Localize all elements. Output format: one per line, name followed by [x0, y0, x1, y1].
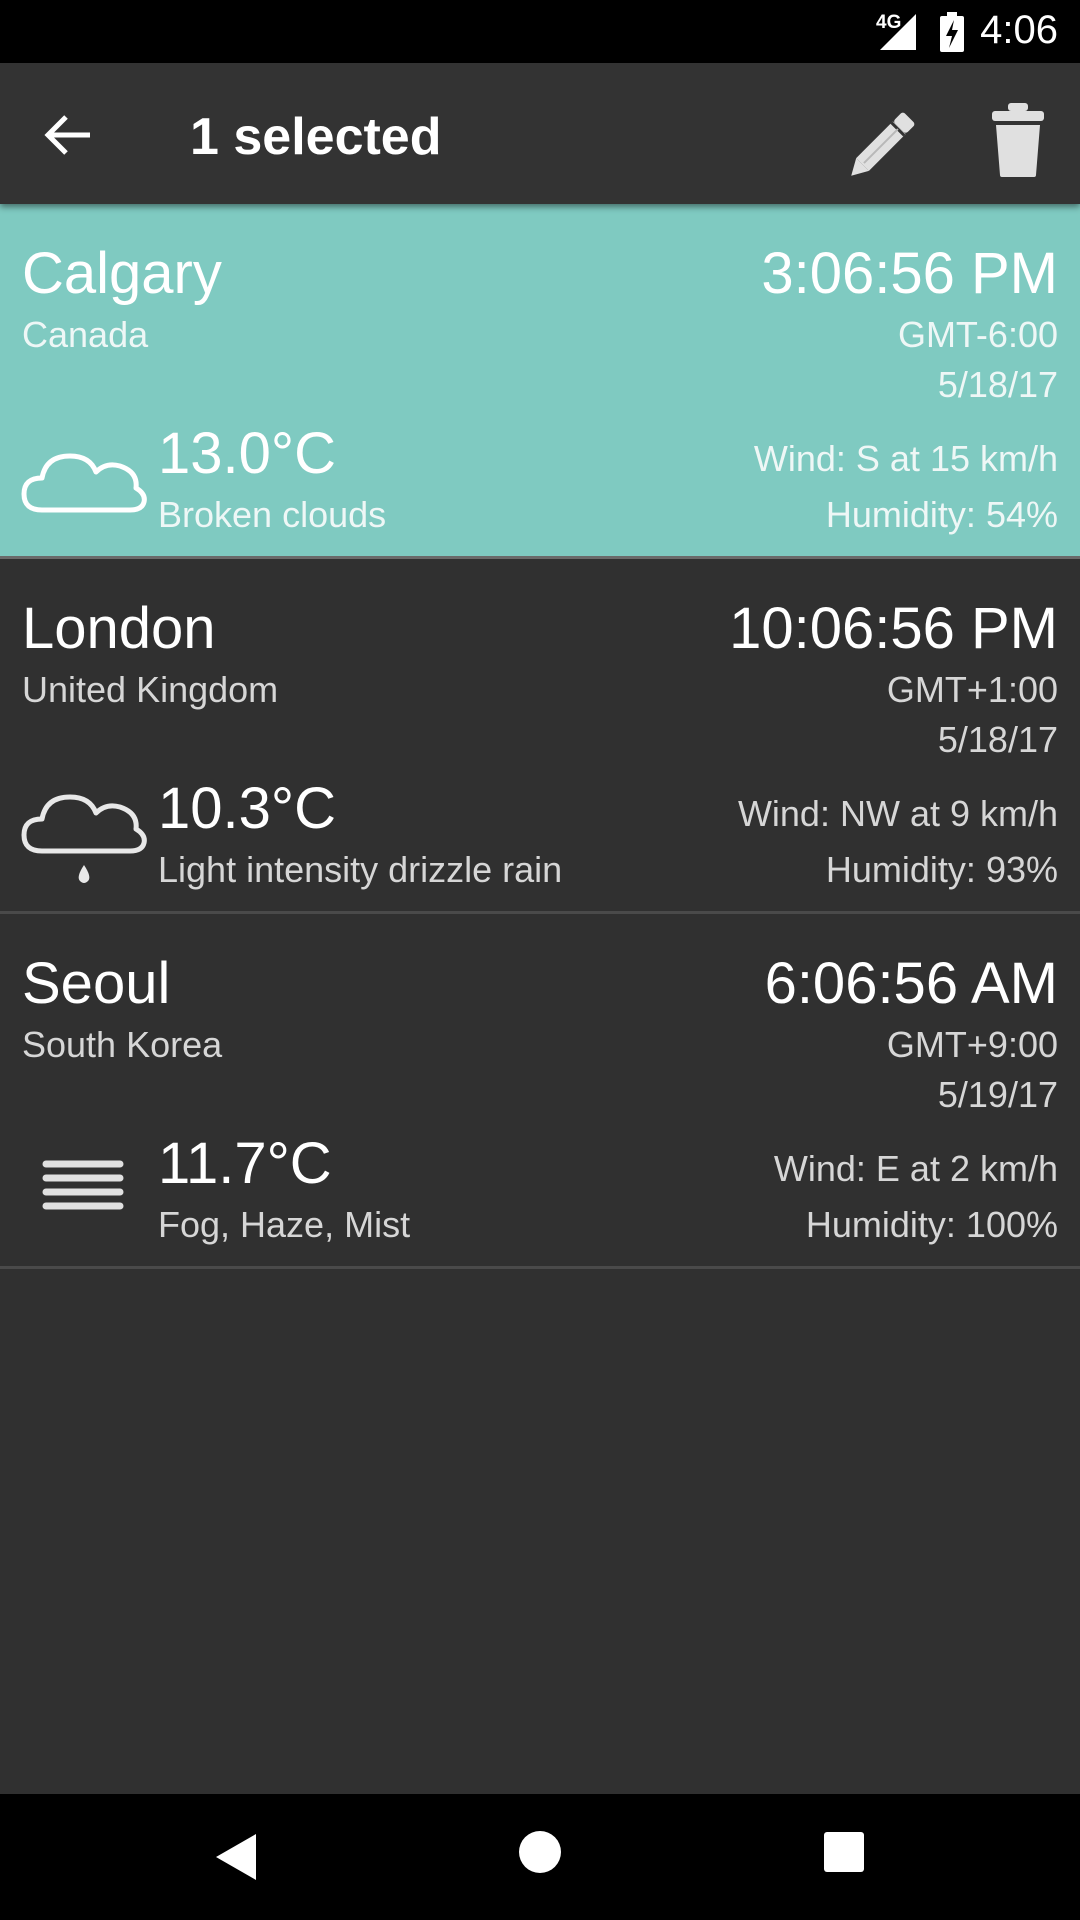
city-row-seoul[interactable]: Seoul South Korea 6:06:56 AM GMT+9:00 5/…: [0, 914, 1080, 1269]
city-row-london[interactable]: London United Kingdom 10:06:56 PM GMT+1:…: [0, 559, 1080, 914]
city-row-calgary[interactable]: Calgary Canada 3:06:56 PM GMT-6:00 5/18/…: [0, 204, 1080, 559]
cloud-icon: [21, 453, 147, 513]
city-list: Calgary Canada 3:06:56 PM GMT-6:00 5/18/…: [0, 204, 1080, 1269]
nav-home-icon[interactable]: [518, 1830, 562, 1874]
city-time: 6:06:56 AM: [764, 951, 1058, 1016]
nav-back-icon[interactable]: [212, 1830, 260, 1884]
status-bar: 4G 4:06: [0, 0, 1080, 63]
city-country: South Korea: [22, 1024, 223, 1065]
city-humidity: Humidity: 93%: [825, 849, 1058, 890]
city-name: London: [22, 596, 216, 661]
city-date: 5/18/17: [937, 364, 1058, 405]
city-wind: Wind: NW at 9 km/h: [737, 793, 1058, 834]
city-name: Calgary: [22, 241, 222, 306]
city-gmt-offset: GMT-6:00: [897, 314, 1058, 355]
city-wind: Wind: S at 15 km/h: [753, 438, 1058, 479]
city-date: 5/18/17: [937, 719, 1058, 760]
city-condition: Fog, Haze, Mist: [158, 1204, 411, 1245]
city-country: Canada: [22, 314, 149, 355]
city-temperature: 11.7°C: [158, 1131, 332, 1196]
battery-charging-icon: [940, 12, 964, 52]
city-wind: Wind: E at 2 km/h: [773, 1148, 1058, 1189]
city-condition: Broken clouds: [158, 494, 387, 535]
city-date: 5/19/17: [937, 1074, 1058, 1115]
nav-recents-icon[interactable]: [822, 1830, 866, 1874]
city-temperature: 13.0°C: [158, 421, 336, 486]
city-name: Seoul: [22, 951, 171, 1016]
action-bar: 1 selected: [0, 63, 1080, 204]
status-clock: 4:06: [980, 8, 1058, 52]
pencil-icon[interactable]: [848, 99, 928, 179]
city-temperature: 10.3°C: [158, 776, 336, 841]
city-time: 10:06:56 PM: [729, 596, 1058, 661]
fog-icon: [42, 1160, 124, 1210]
selection-count-title: 1 selected: [190, 108, 442, 166]
signal-icon: [880, 14, 916, 50]
trash-icon[interactable]: [980, 99, 1056, 179]
city-time: 3:06:56 PM: [761, 241, 1058, 306]
city-humidity: Humidity: 54%: [825, 494, 1058, 535]
city-gmt-offset: GMT+9:00: [886, 1024, 1058, 1065]
back-arrow-icon[interactable]: [36, 103, 100, 167]
drizzle-icon: [21, 794, 147, 883]
city-gmt-offset: GMT+1:00: [886, 669, 1058, 710]
city-humidity: Humidity: 100%: [805, 1204, 1058, 1245]
city-country: United Kingdom: [22, 669, 279, 710]
city-condition: Light intensity drizzle rain: [158, 849, 563, 890]
system-nav-bar: [0, 1794, 1080, 1920]
